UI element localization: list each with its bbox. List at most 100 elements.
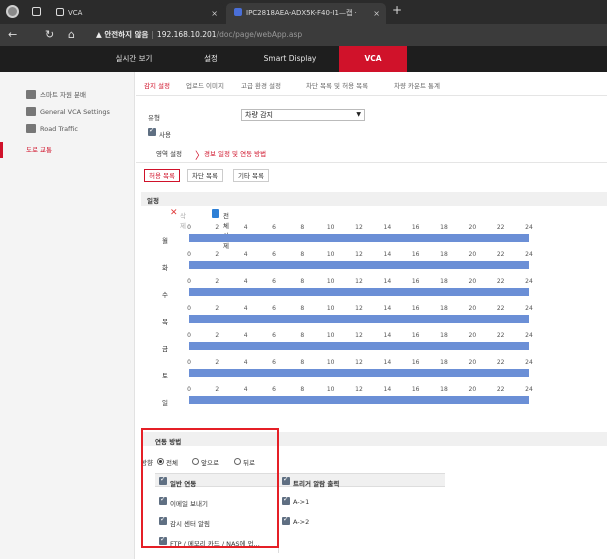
step-schedule-linkage[interactable]: 경보 일정 및 연동 방법 [204, 148, 266, 161]
trash-icon[interactable] [212, 209, 219, 218]
hour-tick: 22 [496, 224, 505, 231]
hour-tick: 24 [525, 332, 533, 339]
hour-tick: 22 [496, 251, 505, 258]
schedule-day-row: 목 0 2 4 6 8 10 12 14 16 18 20 22 24 [136, 305, 607, 331]
hour-tick: 24 [525, 359, 533, 366]
schedule-title: 일정 [147, 197, 159, 205]
hour-tick: 18 [440, 359, 448, 366]
hour-tick: 8 [300, 251, 305, 258]
nav-settings[interactable]: 설정 [186, 46, 236, 72]
resource-icon [26, 90, 36, 99]
hour-tick: 6 [272, 305, 276, 312]
trigger-output-checkbox[interactable] [282, 475, 290, 485]
sidebar-item-general-vca[interactable]: General VCA Settings [0, 104, 135, 120]
hour-tick: 12 [355, 359, 363, 366]
hour-tick: 10 [326, 332, 335, 339]
tab-block-allow-list[interactable]: 차단 목록 및 허용 목록 [306, 80, 368, 90]
home-icon[interactable]: ⌂ [68, 28, 75, 42]
hour-tick: 0 [187, 386, 191, 393]
hour-tick: 2 [215, 251, 220, 258]
tab-advanced-config[interactable]: 고급 환경 설정 [241, 80, 281, 90]
step-bar: 영역 설정 〉 경보 일정 및 연동 방법 [136, 145, 607, 163]
url-field[interactable]: ▲ 안전하지 않음 | 192.168.10.201/doc/page/webApp… [96, 27, 601, 43]
nav-live-view[interactable]: 실시간 보기 [102, 46, 166, 72]
close-tab-icon[interactable]: × [211, 3, 218, 24]
hour-tick: 8 [300, 359, 305, 366]
tab-vehicle-count-stats[interactable]: 차량 카운트 통계 [394, 80, 440, 90]
new-tab-button[interactable]: + [392, 3, 402, 17]
hour-tick: 4 [243, 224, 248, 231]
hour-tick: 12 [355, 251, 363, 258]
hour-tick: 0 [187, 224, 191, 231]
hour-tick: 22 [496, 332, 505, 339]
hour-tick: 0 [187, 278, 191, 285]
enable-checkbox[interactable] [148, 126, 156, 136]
sidebar-item-road-traffic-ko[interactable]: 도로 교통 [0, 142, 135, 158]
tab-detection-settings[interactable]: 감지 설정 [144, 80, 170, 90]
hour-tick: 20 [468, 332, 477, 339]
browser-logo-icon [6, 5, 19, 18]
schedule-day-row: 수 0 2 4 6 8 10 12 14 16 18 20 22 24 [136, 278, 607, 304]
hour-tick: 0 [187, 332, 191, 339]
hour-tick: 20 [468, 251, 477, 258]
hour-tick: 4 [243, 386, 248, 393]
hour-tick: 24 [525, 305, 533, 312]
hour-tick: 2 [215, 386, 220, 393]
step-area-settings[interactable]: 영역 설정 [156, 148, 182, 161]
hour-tick: 16 [411, 251, 420, 258]
sidebar-item-road-traffic[interactable]: Road Traffic [0, 121, 135, 137]
output-a1-checkbox[interactable] [282, 495, 290, 505]
hour-tick: 2 [215, 224, 220, 231]
schedule-time-bar[interactable] [189, 288, 529, 296]
schedule-time-bar[interactable] [189, 396, 529, 404]
browser-tab-ipc[interactable]: IPC2818AEA-ADX5K-F40-I1—캡ㆍ × [226, 3, 386, 24]
schedule-day-row: 토 0 2 4 6 8 10 12 14 16 18 20 22 24 [136, 359, 607, 385]
hour-tick: 4 [243, 359, 248, 366]
schedule-time-bar[interactable] [189, 315, 529, 323]
schedule-time-bar[interactable] [189, 261, 529, 269]
site-favicon-icon [234, 8, 242, 16]
hour-tick: 14 [383, 386, 392, 393]
schedule-time-bar[interactable] [189, 369, 529, 377]
type-select[interactable]: 차량 감지 ▼ [241, 109, 365, 121]
hour-tick: 2 [215, 332, 220, 339]
schedule-time-bar[interactable] [189, 342, 529, 350]
output-a2-checkbox[interactable] [282, 515, 290, 525]
hour-tick: 16 [411, 332, 420, 339]
hour-tick: 20 [468, 278, 477, 285]
nav-vca[interactable]: VCA [339, 46, 407, 72]
close-tab-icon[interactable]: × [373, 3, 380, 24]
hour-tick: 24 [525, 251, 533, 258]
nav-smart-display[interactable]: Smart Display [253, 46, 327, 72]
subtab-bar: 감지 설정 업로드 이미지 고급 환경 설정 차단 목록 및 허용 목록 차량 … [136, 72, 607, 96]
delete-icon[interactable]: ✕ [170, 208, 178, 219]
hour-tick: 4 [243, 305, 248, 312]
hour-tick: 16 [411, 278, 420, 285]
tab-block-list[interactable]: 차단 목록 [187, 169, 223, 182]
back-icon[interactable]: ← [8, 28, 17, 42]
enable-label: 사용 [159, 131, 171, 139]
hour-tick: 14 [383, 224, 392, 231]
hour-tick: 20 [468, 359, 477, 366]
hour-tick: 0 [187, 359, 191, 366]
hour-tick: 20 [468, 224, 477, 231]
tab-title: IPC2818AEA-ADX5K-F40-I1—캡ㆍ [246, 9, 359, 17]
hour-tick: 10 [326, 251, 335, 258]
hour-tick: 8 [300, 332, 305, 339]
tab-actions-icon[interactable] [32, 7, 41, 16]
hour-tick: 18 [440, 278, 448, 285]
schedule-time-bar[interactable] [189, 234, 529, 242]
hour-tick: 20 [468, 386, 477, 393]
chevron-down-icon: ▼ [356, 111, 361, 118]
security-warning[interactable]: ▲ 안전하지 않음 [96, 30, 148, 39]
tab-upload-image[interactable]: 업로드 이미지 [186, 80, 224, 90]
tab-allow-list[interactable]: 허용 목록 [144, 169, 180, 182]
traffic-icon [26, 124, 36, 133]
sidebar-item-resource-allocation[interactable]: 스마트 자원 분배 [0, 87, 135, 103]
hour-tick: 8 [300, 386, 305, 393]
hour-tick: 24 [525, 386, 533, 393]
hour-tick: 0 [187, 305, 191, 312]
browser-tab-vca[interactable]: VCA × [48, 3, 224, 24]
refresh-icon[interactable]: ↻ [45, 28, 54, 42]
tab-other-list[interactable]: 기타 목록 [233, 169, 269, 182]
